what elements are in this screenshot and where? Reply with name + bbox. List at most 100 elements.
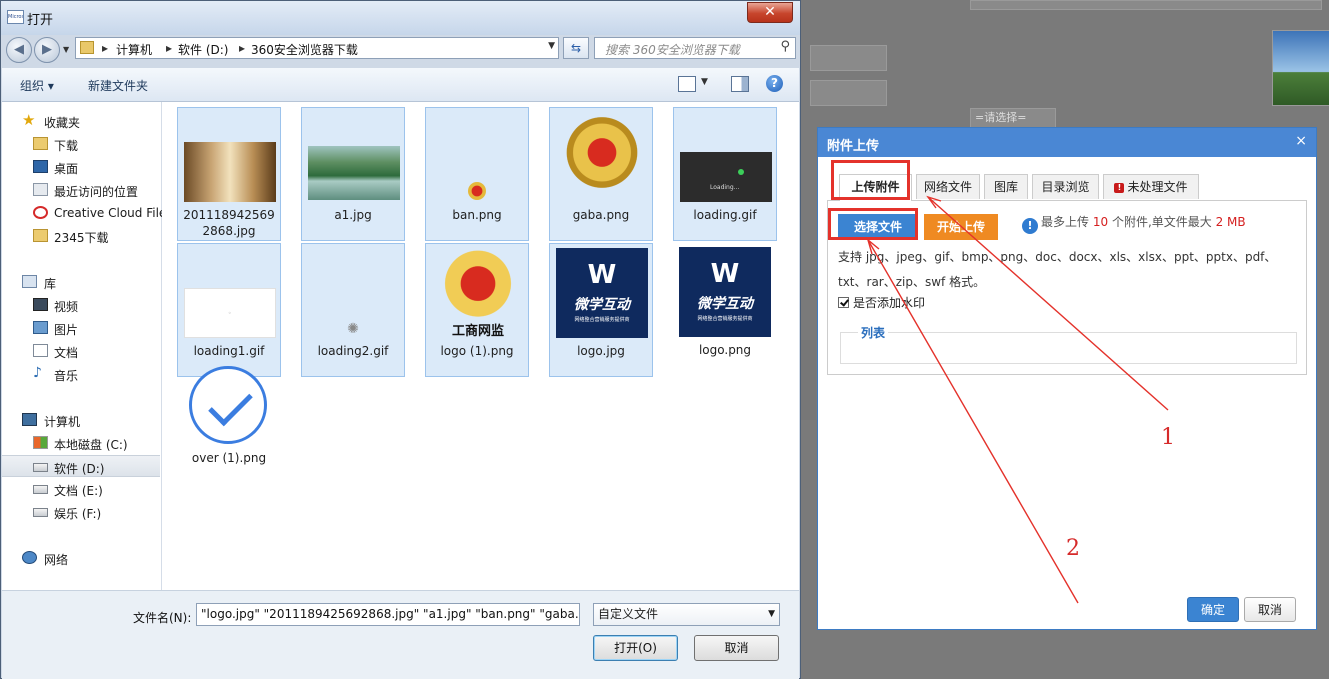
- chevron-down-icon: ▼: [768, 609, 775, 619]
- music-icon: ♪: [33, 365, 42, 381]
- file-item[interactable]: W 微学互动 网络整合营销服务提供商 logo.jpg: [549, 243, 653, 377]
- filename-input[interactable]: "logo.jpg" "2011189425692868.jpg" "a1.jp…: [196, 603, 580, 626]
- dialog-toolbar: 组织 ▾ 新建文件夹 ▼ ?: [2, 68, 799, 102]
- sidebar-item-drive-d[interactable]: 软件 (D:): [2, 455, 160, 477]
- network-icon: [22, 551, 37, 564]
- tab-directory[interactable]: 目录浏览: [1032, 174, 1099, 199]
- search-input[interactable]: 搜索 360安全浏览器下载 ⚲: [594, 37, 796, 59]
- sidebar-libraries[interactable]: 库: [2, 271, 160, 293]
- change-view-icon[interactable]: [678, 76, 696, 92]
- breadcrumb-drive-d[interactable]: 软件 (D:): [178, 41, 228, 58]
- logo-thumbnail: W 微学互动 网络整合营销服务提供商: [679, 247, 771, 337]
- file-list: 2011189425692868.jpg a1.jpg ban.png gaba…: [162, 102, 799, 590]
- forward-button[interactable]: ▶: [34, 37, 60, 63]
- info-icon: !: [1022, 218, 1038, 234]
- file-item[interactable]: gaba.png: [549, 107, 653, 241]
- file-item[interactable]: over (1).png: [177, 360, 281, 472]
- search-icon: ⚲: [780, 39, 790, 54]
- start-upload-button[interactable]: 开始上传: [924, 214, 998, 240]
- breadcrumb-folder[interactable]: 360安全浏览器下载: [251, 41, 358, 58]
- drive-icon: [33, 485, 48, 494]
- file-item[interactable]: 2011189425692868.jpg: [177, 107, 281, 241]
- sidebar-network[interactable]: 网络: [2, 547, 160, 569]
- sidebar-item-drive-e[interactable]: 文档 (E:): [2, 478, 160, 500]
- navigation-bar: ◀ ▶ ▼ ▸ 计算机 ▸ 软件 (D:) ▸ 360安全浏览器下载 ▼ ⇆ 搜…: [1, 35, 800, 65]
- file-item[interactable]: ban.png: [425, 107, 529, 241]
- dialog-close-button[interactable]: ✕: [747, 2, 793, 23]
- supported-formats: 支持 jpg、jpeg、gif、bmp、png、doc、docx、xls、xls…: [838, 250, 1277, 289]
- recent-places-icon: [33, 183, 48, 196]
- library-icon: [22, 275, 37, 288]
- tab-gallery[interactable]: 图库: [984, 174, 1028, 199]
- sidebar-item-drive-c[interactable]: 本地磁盘 (C:): [2, 432, 160, 454]
- image-thumbnail: [308, 146, 400, 200]
- help-icon[interactable]: ?: [766, 75, 783, 92]
- creative-cloud-icon: [33, 206, 48, 219]
- refresh-button[interactable]: ⇆: [563, 37, 589, 59]
- sidebar-item-desktop[interactable]: 桌面: [2, 156, 160, 178]
- spinner-icon: ✺: [347, 321, 359, 337]
- new-folder-button[interactable]: 新建文件夹: [88, 77, 148, 94]
- sidebar-item-creative-cloud[interactable]: Creative Cloud Files: [2, 202, 173, 224]
- file-item[interactable]: Loading... loading.gif: [673, 107, 777, 241]
- sidebar-item-recent[interactable]: 最近访问的位置: [2, 179, 160, 201]
- confirm-button[interactable]: 确定: [1187, 597, 1239, 622]
- file-item[interactable]: W 微学互动 网络整合营销服务提供商 logo.png: [673, 243, 777, 377]
- dialog-titlebar: Micros 打开 ✕: [1, 1, 800, 35]
- windows-drive-icon: [33, 436, 48, 449]
- modal-close-icon[interactable]: ×: [1295, 133, 1307, 149]
- sidebar-computer[interactable]: 计算机: [2, 409, 160, 431]
- desktop-icon: [33, 160, 48, 173]
- annotation-label-2: 2: [1066, 536, 1080, 561]
- sidebar-item-videos[interactable]: 视频: [2, 294, 160, 316]
- file-item[interactable]: ✺ loading2.gif: [301, 243, 405, 377]
- image-thumbnail: ◦: [184, 288, 276, 338]
- modal-cancel-button[interactable]: 取消: [1244, 597, 1296, 622]
- highlight-upload-tab: [831, 160, 910, 200]
- checkmark-icon: [189, 366, 267, 444]
- sidebar-item-pictures[interactable]: 图片: [2, 317, 160, 339]
- sidebar-item-music[interactable]: ♪ 音乐: [2, 363, 160, 385]
- open-file-dialog: Micros 打开 ✕ ◀ ▶ ▼ ▸ 计算机 ▸ 软件 (D:) ▸ 360安…: [0, 0, 801, 679]
- folder-icon: [33, 229, 48, 242]
- filetype-select[interactable]: 自定义文件 ▼: [593, 603, 780, 626]
- file-item[interactable]: 工商网监 logo (1).png: [425, 243, 529, 377]
- drive-icon: [33, 508, 48, 517]
- dialog-title: 打开: [27, 13, 54, 28]
- sidebar-item-downloads[interactable]: 下载: [2, 133, 160, 155]
- watermark-checkbox[interactable]: [838, 297, 849, 308]
- watermark-option[interactable]: 是否添加水印: [838, 294, 925, 311]
- upload-list: 列表: [840, 324, 1297, 364]
- organize-menu[interactable]: 组织 ▾: [20, 77, 54, 94]
- filename-label: 文件名(N):: [133, 611, 192, 625]
- back-button[interactable]: ◀: [6, 37, 32, 63]
- open-button[interactable]: 打开(O): [593, 635, 678, 661]
- breadcrumb-computer[interactable]: 计算机: [116, 41, 152, 58]
- picture-icon: [33, 321, 48, 334]
- sidebar-favorites[interactable]: ★ 收藏夹: [2, 110, 160, 132]
- logo-thumbnail: W 微学互动 网络整合营销服务提供商: [556, 248, 648, 338]
- address-dropdown-icon[interactable]: ▼: [548, 41, 555, 51]
- upload-limit-info: ! 最多上传 10 个附件,单文件最大 2 MB: [1022, 213, 1246, 234]
- background-select: =请选择=: [970, 108, 1056, 128]
- modal-header: 附件上传 ×: [818, 128, 1316, 157]
- sidebar-item-2345[interactable]: 2345下载: [2, 225, 160, 247]
- file-item[interactable]: ◦ loading1.gif: [177, 243, 281, 377]
- sidebar-item-drive-f[interactable]: 娱乐 (F:): [2, 501, 160, 523]
- address-bar[interactable]: ▸ 计算机 ▸ 软件 (D:) ▸ 360安全浏览器下载 ▼: [75, 37, 559, 59]
- preview-pane-icon[interactable]: [731, 76, 749, 92]
- file-item[interactable]: a1.jpg: [301, 107, 405, 241]
- drive-icon: [33, 463, 48, 472]
- badge-thumbnail: 工商网监: [440, 246, 516, 340]
- highlight-select-file: [828, 208, 918, 240]
- tab-network-file[interactable]: 网络文件: [916, 174, 980, 199]
- computer-icon: [22, 413, 37, 426]
- image-thumbnail: [184, 142, 276, 202]
- sidebar-item-documents[interactable]: 文档: [2, 340, 160, 362]
- search-placeholder: 搜索 360安全浏览器下载: [605, 43, 740, 57]
- document-icon: [33, 344, 48, 357]
- tab-unprocessed[interactable]: ! 未处理文件: [1103, 174, 1199, 199]
- view-dropdown-icon[interactable]: ▼: [701, 77, 708, 87]
- history-dropdown-icon[interactable]: ▼: [63, 45, 69, 54]
- cancel-button[interactable]: 取消: [694, 635, 779, 661]
